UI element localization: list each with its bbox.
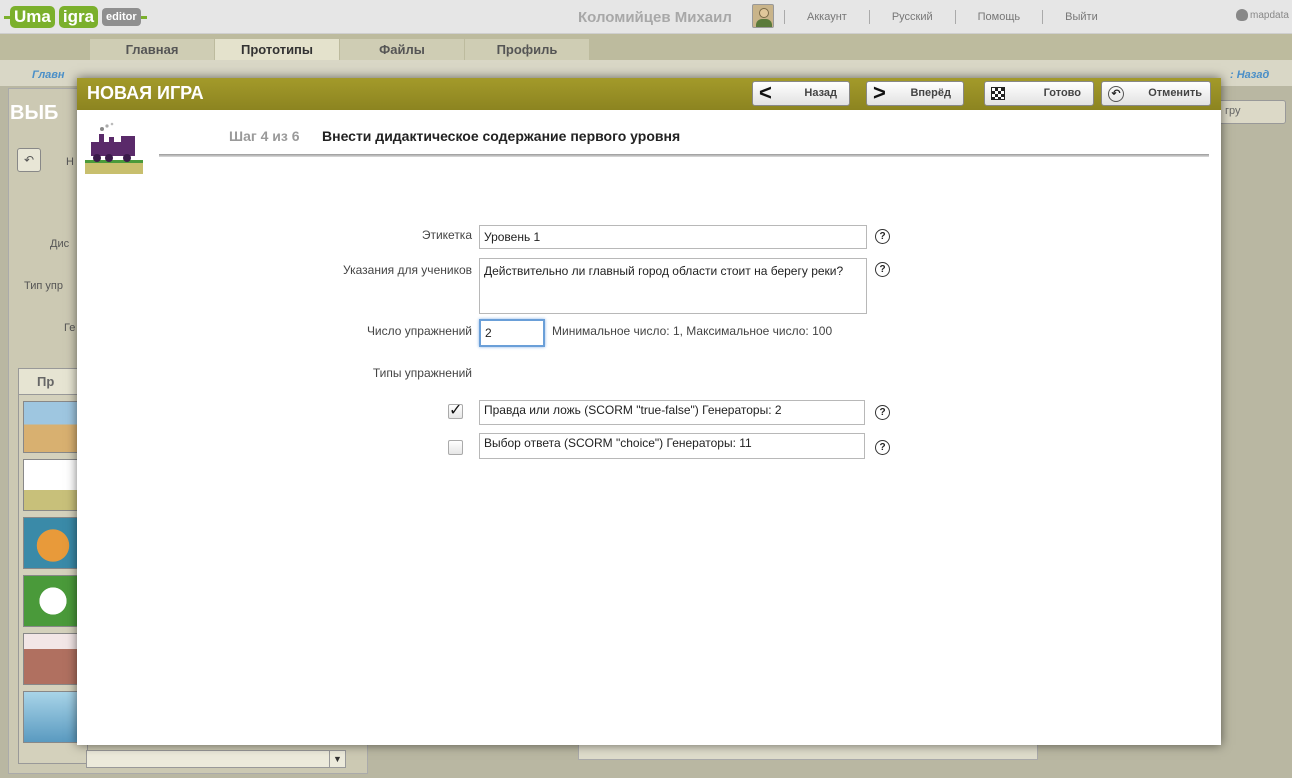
done-button[interactable]: Готово (984, 81, 1094, 106)
type-true-false: Правда или ложь (SCORM "true-false") Ген… (479, 400, 865, 425)
avatar-body (756, 19, 772, 27)
logo[interactable]: Uma igra editor (4, 5, 147, 29)
nav-tab-home[interactable]: Главная (90, 39, 214, 60)
avatar[interactable] (752, 4, 774, 28)
background-title: ВЫБ (10, 102, 59, 124)
user-name[interactable]: Коломийцев Михаил (578, 9, 732, 26)
logo-editor: editor (102, 8, 141, 26)
chevron-right-icon: > (873, 80, 886, 105)
background-label-name: Н (66, 156, 74, 168)
logo-dash-end (140, 15, 147, 19)
help-icon[interactable]: ? (875, 229, 890, 244)
new-game-dialog: НОВАЯ ИГРА < Назад > Вперёд Готово ↶ Отм… (77, 78, 1221, 745)
chevron-down-icon: ▼ (329, 751, 345, 767)
help-icon[interactable]: ? (875, 440, 890, 455)
instructions-field-label: Указания для учеников (343, 263, 472, 277)
background-undo-icon[interactable]: ↶ (17, 148, 41, 172)
step-title: Внести дидактическое содержание первого … (322, 128, 681, 144)
checkbox-true-false[interactable]: ✓ (448, 403, 463, 419)
types-field-label: Типы упражнений (372, 366, 472, 380)
chevron-left-icon: < (759, 80, 772, 105)
background-label-dis: Дис (50, 238, 70, 250)
pyramid-thumbnail-icon[interactable] (23, 401, 83, 453)
checkered-flag-icon (991, 87, 1005, 100)
background-label-type: Тип упр (24, 280, 63, 292)
back-button[interactable]: < Назад (752, 81, 850, 106)
label-field-label: Этикетка (421, 228, 472, 242)
label-input[interactable] (479, 225, 867, 249)
top-bar: Uma igra editor Коломийцев Михаил Аккаун… (0, 0, 1292, 34)
background-field (578, 744, 1038, 760)
step-indicator: Шаг 4 из 6 (229, 128, 300, 144)
help-icon[interactable]: ? (875, 405, 890, 420)
background-right-button[interactable]: гру (1216, 100, 1286, 124)
mapdata-logo[interactable]: mapdata (1236, 9, 1289, 21)
avatar-head (759, 8, 769, 18)
done-button-label: Готово (1043, 87, 1081, 99)
nav-tab-profile[interactable]: Профиль (465, 39, 589, 60)
top-links: Аккаунт Русский Помощь Выйти (784, 10, 1120, 24)
breadcrumb-home[interactable]: Главн (32, 69, 65, 81)
logo-uma: Uma (10, 6, 55, 28)
checkbox-choice[interactable] (448, 440, 463, 455)
count-field-label: Число упражнений (366, 324, 472, 338)
link-account[interactable]: Аккаунт (784, 10, 869, 24)
link-logout[interactable]: Выйти (1042, 10, 1120, 24)
mapdata-icon (1236, 9, 1248, 21)
football-thumbnail-icon[interactable] (23, 575, 83, 627)
train-icon (85, 122, 143, 174)
airplane-thumbnail-icon[interactable] (23, 691, 83, 743)
count-hint: Минимальное число: 1, Максимальное число… (552, 324, 833, 338)
help-icon[interactable]: ? (875, 262, 890, 277)
cancel-button-label: Отменить (1148, 87, 1202, 99)
undo-icon: ↶ (1108, 86, 1124, 102)
mapdata-text: mapdata (1250, 9, 1289, 21)
instructions-textarea[interactable]: Действительно ли главный город области с… (479, 258, 867, 314)
divider (159, 154, 1209, 157)
link-language[interactable]: Русский (868, 10, 955, 24)
cat-thumbnail-icon[interactable] (23, 517, 83, 569)
cancel-button[interactable]: ↶ Отменить (1101, 81, 1211, 106)
type-choice: Выбор ответа (SCORM "choice") Генераторы… (479, 433, 865, 459)
dialog-header: НОВАЯ ИГРА < Назад > Вперёд Готово ↶ Отм… (77, 78, 1221, 110)
forward-button[interactable]: > Вперёд (866, 81, 964, 106)
nav-tab-prototypes[interactable]: Прототипы (215, 39, 339, 60)
background-select[interactable]: ▼ (86, 750, 346, 768)
back-button-label: Назад (804, 87, 837, 99)
forward-button-label: Вперёд (910, 87, 951, 99)
main-nav: Главная Прототипы Файлы Профиль (0, 34, 1292, 60)
exercise-count-input[interactable] (479, 319, 545, 347)
dialog-title: НОВАЯ ИГРА (87, 83, 204, 103)
link-help[interactable]: Помощь (954, 10, 1043, 24)
background-label-ge: Ге (64, 322, 76, 334)
castle-thumbnail-icon[interactable] (23, 633, 83, 685)
logo-igra: igra (58, 6, 99, 28)
breadcrumb-back[interactable]: : Назад (1230, 69, 1269, 81)
train-thumbnail-icon[interactable] (23, 459, 83, 511)
nav-tab-files[interactable]: Файлы (340, 39, 464, 60)
